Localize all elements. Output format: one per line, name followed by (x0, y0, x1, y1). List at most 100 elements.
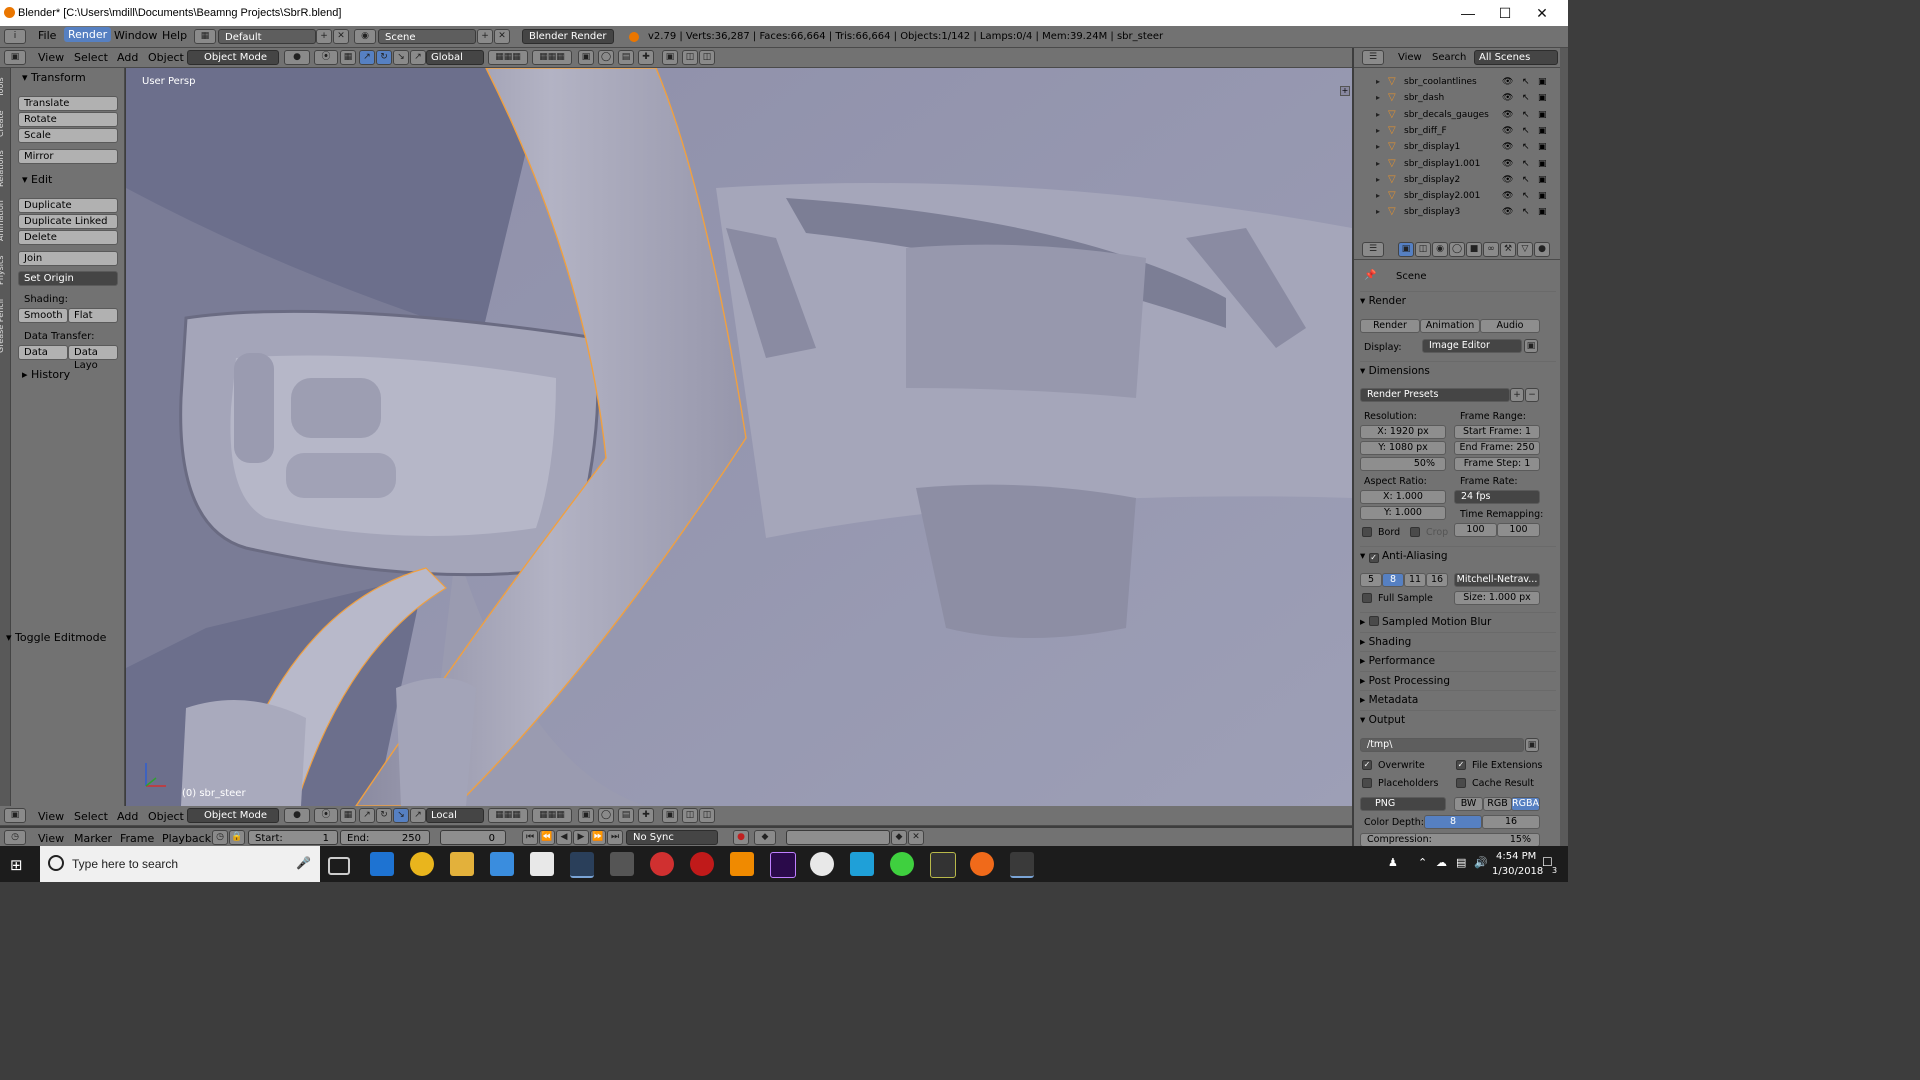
render-camera-icon[interactable]: ▣ (1538, 172, 1547, 188)
visibility-icon[interactable]: 👁 (1502, 74, 1513, 90)
remove-preset-icon[interactable]: − (1525, 388, 1539, 402)
volume-icon[interactable]: 🔊 (1474, 856, 1488, 869)
display-window-icon[interactable]: ▣ (1524, 339, 1538, 353)
aspect-x-field[interactable]: X: 1.000 (1360, 490, 1446, 504)
onedrive-icon[interactable]: ☁ (1436, 856, 1447, 869)
render-camera-icon[interactable]: ▣ (1538, 74, 1547, 90)
select-arrow-icon[interactable]: ↖ (1522, 123, 1530, 139)
end-frame-timeline[interactable]: End: 250 (340, 830, 430, 845)
footer-align-icon[interactable]: ▣ (662, 808, 678, 823)
aa-samples-16[interactable]: 16 (1426, 573, 1448, 587)
play-icon[interactable]: ▶ (573, 830, 589, 845)
add-scene-icon[interactable]: + (477, 29, 493, 44)
render-preview-icon[interactable]: ◫ (682, 50, 698, 65)
scale-manipulator-icon[interactable]: ↘ (393, 50, 409, 65)
animation-button[interactable]: Animation (1420, 319, 1480, 333)
clock-time[interactable]: 4:54 PM (1496, 851, 1536, 862)
insert-keyframe-icon[interactable]: ◆ (891, 830, 907, 845)
transform-panel-header[interactable]: ▾ Transform (22, 69, 128, 87)
layout-icon[interactable]: ▦ (194, 29, 216, 44)
expand-icon[interactable]: ▸ (1376, 139, 1380, 155)
footer-lock-icon[interactable]: ▣ (578, 808, 594, 823)
expand-icon[interactable]: ▸ (1376, 204, 1380, 220)
visibility-icon[interactable]: 👁 (1502, 172, 1513, 188)
task-view-icon[interactable] (328, 857, 350, 875)
data-layout-button[interactable]: Data Layo (68, 345, 118, 371)
render-camera-icon[interactable]: ▣ (1538, 156, 1547, 172)
xbox-icon[interactable] (810, 852, 834, 876)
select-arrow-icon[interactable]: ↖ (1522, 107, 1530, 123)
set-origin-select[interactable]: Set Origin (18, 271, 118, 286)
shading-panel[interactable]: ▸ Shading (1360, 632, 1556, 651)
select-arrow-icon[interactable]: ↖ (1522, 74, 1530, 90)
rotate-manipulator-icon[interactable]: ↻ (376, 50, 392, 65)
flat-button[interactable]: Flat (68, 308, 118, 323)
expand-icon[interactable]: ▸ (1376, 172, 1380, 188)
outliner-menu-view[interactable]: View (1398, 52, 1422, 63)
render-panel-header[interactable]: ▾ Render (1360, 291, 1556, 310)
timeline-menu-marker[interactable]: Marker (74, 832, 112, 845)
anti-aliasing-checkbox[interactable]: ✓ (1368, 553, 1379, 563)
visibility-icon[interactable]: 👁 (1502, 123, 1513, 139)
file-extensions-checkbox[interactable]: ✓ (1456, 760, 1466, 770)
remove-layout-icon[interactable]: ✕ (333, 29, 349, 44)
footer-scale-icon[interactable]: ↘ (393, 808, 409, 823)
render-camera-icon[interactable]: ▣ (1538, 123, 1547, 139)
translate-manipulator-icon[interactable]: ↗ (359, 50, 375, 65)
footer-menu-object[interactable]: Object (148, 810, 184, 823)
footer-translate-icon[interactable]: ↗ (359, 808, 375, 823)
viewport-shading-icon[interactable]: ● (284, 50, 310, 65)
menu-object[interactable]: Object (148, 51, 184, 64)
footer-mode-select[interactable]: Object Mode (187, 808, 279, 823)
scene-icon[interactable]: ◉ (354, 29, 376, 44)
frame-step-field[interactable]: Frame Step: 1 (1454, 457, 1540, 471)
render-layers-icon[interactable]: ◫ (1415, 242, 1431, 257)
mirror-button[interactable]: Mirror (18, 149, 118, 164)
outliner-item[interactable]: ▸ ▽ sbr_coolantlines 👁 ↖ ▣ (1354, 74, 1560, 90)
tray-expand-icon[interactable]: ⌃ (1418, 856, 1427, 869)
toggle-editmode-panel[interactable]: ▾ Toggle Editmode (6, 631, 122, 647)
add-preset-icon[interactable]: + (1510, 388, 1524, 402)
aa-samples-5[interactable]: 5 (1360, 573, 1382, 587)
delete-button[interactable]: Delete (18, 230, 118, 245)
expand-icon[interactable]: ▸ (1376, 156, 1380, 172)
world-context-icon[interactable]: ◯ (1449, 242, 1465, 257)
color-depth-8[interactable]: 8 (1424, 815, 1482, 829)
aa-filter-select[interactable]: Mitchell-Netrav... (1454, 573, 1540, 587)
metadata-panel[interactable]: ▸ Metadata (1360, 690, 1556, 709)
ccleaner-icon[interactable] (650, 852, 674, 876)
steam-icon[interactable] (570, 852, 594, 878)
timeline-menu-playback[interactable]: Playback (162, 832, 211, 845)
timeline-menu-frame[interactable]: Frame (120, 832, 154, 845)
visibility-icon[interactable]: 👁 (1502, 204, 1513, 220)
resolution-percentage-field[interactable]: 50% (1360, 457, 1446, 471)
visibility-icon[interactable]: 👁 (1502, 139, 1513, 155)
data-context-icon[interactable]: ▽ (1517, 242, 1533, 257)
footer-editor-icon[interactable]: ▣ (4, 808, 26, 823)
footer-manipulator-icon[interactable]: ▦ (340, 808, 356, 823)
outliner-item[interactable]: ▸ ▽ sbr_dash 👁 ↖ ▣ (1354, 90, 1560, 106)
frame-rate-select[interactable]: 24 fps (1454, 490, 1540, 504)
footer-menu-select[interactable]: Select (74, 810, 108, 823)
performance-panel[interactable]: ▸ Performance (1360, 651, 1556, 670)
timeline-editor-icon[interactable]: ◷ (4, 830, 26, 845)
razer-icon[interactable] (890, 852, 914, 876)
scene-context-icon[interactable]: ◉ (1432, 242, 1448, 257)
rotate-button[interactable]: Rotate (18, 112, 118, 127)
app-icon[interactable] (610, 852, 634, 876)
select-arrow-icon[interactable]: ↖ (1522, 156, 1530, 172)
anti-aliasing-panel-header[interactable]: ▾ ✓ Anti-Aliasing (1360, 546, 1556, 565)
filter-size-field[interactable]: Size: 1.000 px (1454, 591, 1540, 605)
footer-render-icon[interactable]: ◫ (682, 808, 698, 823)
record-icon[interactable]: ● (733, 830, 749, 845)
layer-lock-icon[interactable]: ▣ (578, 50, 594, 65)
snap-element-icon[interactable]: ▤ (618, 50, 634, 65)
outliner-editor-icon[interactable]: ☰ (1362, 50, 1384, 65)
select-arrow-icon[interactable]: ↖ (1522, 188, 1530, 204)
premiere-icon[interactable] (770, 852, 796, 878)
outliner-item[interactable]: ▸ ▽ sbr_decals_gauges 👁 ↖ ▣ (1354, 107, 1560, 123)
maximize-icon[interactable]: ☐ (1487, 0, 1523, 26)
menu-render[interactable]: Render (64, 27, 112, 42)
footer-layers-icon[interactable]: ▦▦▦ (488, 808, 528, 823)
crop-checkbox[interactable] (1410, 527, 1420, 537)
